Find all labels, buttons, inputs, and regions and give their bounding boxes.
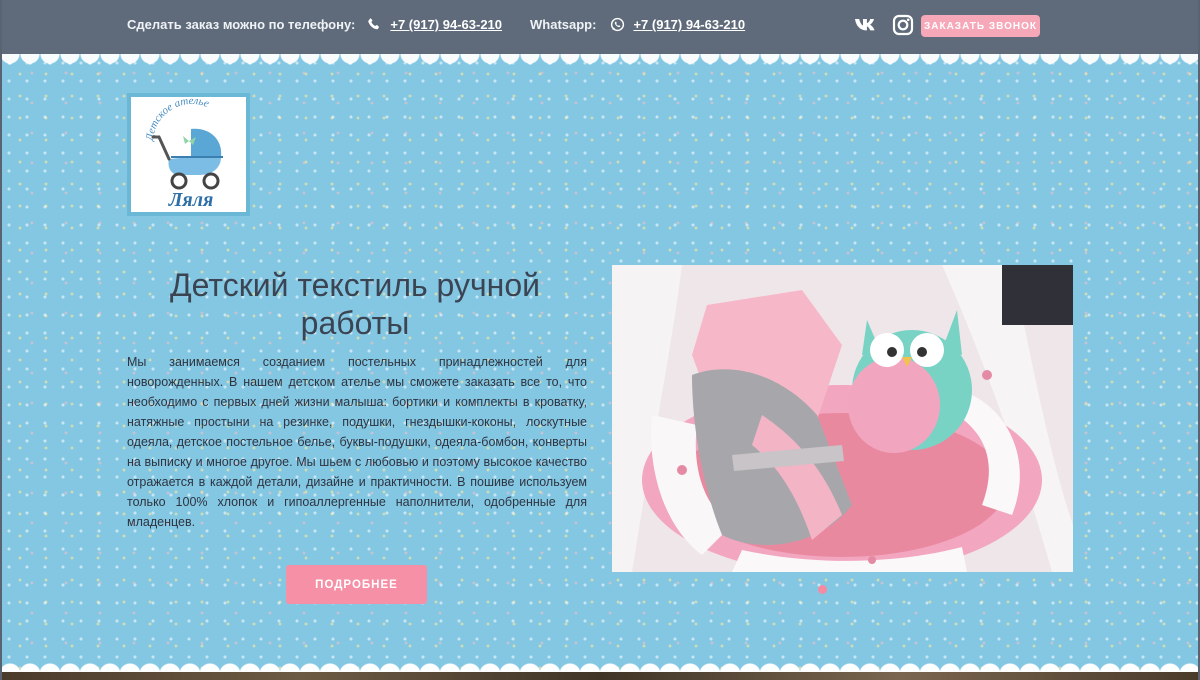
order-phone-link[interactable]: +7 (917) 94-63-210: [390, 17, 502, 32]
hero-photo-slide: [612, 265, 1073, 572]
hero-description: Мы занимаемся созданием постельных прина…: [127, 355, 587, 529]
logo-name: Ляля: [168, 189, 214, 211]
site-logo[interactable]: Детское ателье Ляля: [127, 93, 250, 216]
whatsapp-phone-link[interactable]: +7 (917) 94-63-210: [633, 17, 745, 32]
order-callback-button[interactable]: ЗАКАЗАТЬ ЗВОНОК: [921, 15, 1040, 37]
hero-title: Детский текстиль ручной работы: [169, 267, 540, 341]
social-links: [854, 14, 914, 39]
more-details-button[interactable]: ПОДРОБНЕЕ: [286, 565, 427, 604]
stroller-logo-icon: Детское ателье Ляля: [144, 97, 223, 211]
lace-border-top: [0, 54, 1200, 76]
phone-icon: [367, 17, 382, 32]
whatsapp-block: Whatsapp: +7 (917) 94-63-210: [530, 17, 745, 32]
top-contact-bar: Сделать заказ можно по телефону: +7 (917…: [0, 0, 1200, 54]
instagram-icon[interactable]: [892, 14, 914, 39]
next-section-edge: [0, 672, 1200, 680]
whatsapp-label: Whatsapp:: [530, 17, 597, 32]
order-phone-block: Сделать заказ можно по телефону: +7 (917…: [127, 17, 502, 32]
whatsapp-icon: [610, 17, 625, 32]
crib-textile-photo: [612, 265, 1073, 572]
vk-icon[interactable]: [854, 16, 882, 37]
slider-dot-active[interactable]: [818, 585, 827, 594]
order-phone-label: Сделать заказ можно по телефону:: [127, 17, 356, 32]
